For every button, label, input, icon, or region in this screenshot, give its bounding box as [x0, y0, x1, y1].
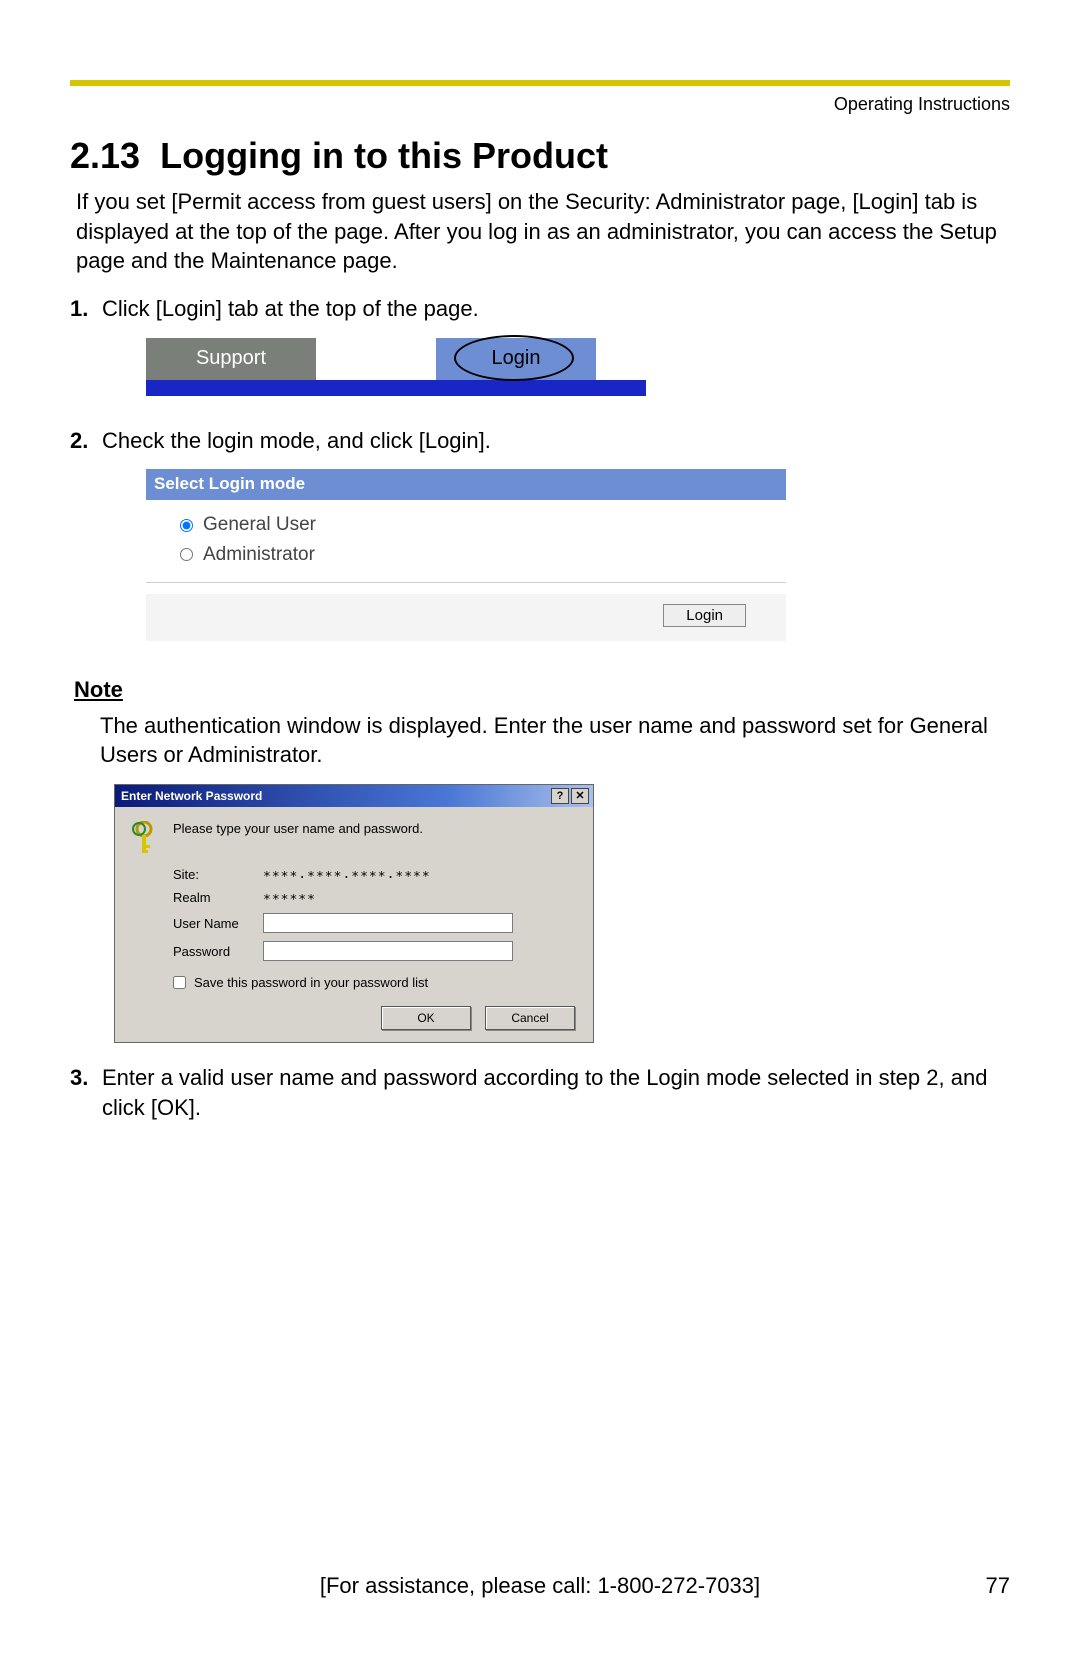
section-number: 2.13 [70, 135, 140, 176]
section-title: 2.13 Logging in to this Product [70, 135, 1010, 177]
tab-spacer [316, 338, 436, 380]
key-icon [129, 821, 159, 855]
realm-label: Realm [173, 890, 253, 905]
step-3: 3. Enter a valid user name and password … [70, 1063, 1010, 1122]
tab-support[interactable]: Support [146, 338, 316, 380]
site-label: Site: [173, 867, 253, 882]
step-1: 1. Click [Login] tab at the top of the p… [70, 294, 1010, 414]
row-username: User Name [173, 913, 579, 933]
cancel-button[interactable]: Cancel [485, 1006, 575, 1030]
dialog-help-button[interactable]: ? [551, 788, 569, 804]
header-right-text: Operating Instructions [70, 94, 1010, 115]
step-2: 2. Check the login mode, and click [Logi… [70, 426, 1010, 659]
radio-administrator[interactable] [180, 548, 193, 561]
figure-login-mode: Select Login mode General User Administr… [146, 469, 786, 640]
row-password: Password [173, 941, 579, 961]
tab-login[interactable]: Login [436, 338, 596, 380]
username-input[interactable] [263, 913, 513, 933]
save-password-label: Save this password in your password list [194, 975, 428, 990]
section-intro: If you set [Permit access from guest use… [76, 187, 1010, 276]
save-password-checkbox[interactable] [173, 976, 186, 989]
option-general-user[interactable]: General User [180, 512, 768, 538]
dialog-prompt: Please type your user name and password. [173, 821, 423, 836]
radio-general-user[interactable] [180, 519, 193, 532]
row-save-password[interactable]: Save this password in your password list [173, 975, 579, 990]
note-heading: Note [74, 677, 1010, 703]
login-mode-title: Select Login mode [146, 469, 786, 500]
step-3-number: 3. [70, 1063, 102, 1122]
dialog-close-button[interactable]: ✕ [571, 788, 589, 804]
login-mode-separator [146, 582, 786, 594]
tab-login-label: Login [492, 345, 541, 372]
step-3-text: Enter a valid user name and password acc… [102, 1065, 987, 1120]
option-administrator-label: Administrator [203, 542, 315, 568]
login-button[interactable]: Login [663, 604, 746, 627]
figure-auth-dialog: Enter Network Password ? ✕ Please type y… [114, 784, 594, 1043]
option-administrator[interactable]: Administrator [180, 542, 768, 568]
figure-tabs: Support Login [146, 338, 646, 396]
password-input[interactable] [263, 941, 513, 961]
step-1-number: 1. [70, 294, 102, 414]
page-number: 77 [986, 1573, 1010, 1599]
dialog-title-text: Enter Network Password [121, 789, 262, 803]
row-realm: Realm ∗∗∗∗∗∗ [173, 890, 579, 905]
tab-underline-bar [146, 380, 646, 396]
password-label: Password [173, 944, 253, 959]
site-value: ∗∗∗∗.∗∗∗∗.∗∗∗∗.∗∗∗∗ [263, 867, 431, 882]
username-label: User Name [173, 916, 253, 931]
dialog-titlebar: Enter Network Password ? ✕ [115, 785, 593, 807]
section-title-text: Logging in to this Product [160, 135, 608, 176]
option-general-user-label: General User [203, 512, 316, 538]
step-2-number: 2. [70, 426, 102, 659]
footer-assistance: [For assistance, please call: 1-800-272-… [320, 1573, 760, 1599]
step-2-text: Check the login mode, and click [Login]. [102, 428, 491, 453]
row-site: Site: ∗∗∗∗.∗∗∗∗.∗∗∗∗.∗∗∗∗ [173, 867, 579, 882]
header-rule [70, 80, 1010, 86]
step-1-text: Click [Login] tab at the top of the page… [102, 296, 479, 321]
note-text: The authentication window is displayed. … [100, 711, 1010, 770]
ok-button[interactable]: OK [381, 1006, 471, 1030]
realm-value: ∗∗∗∗∗∗ [263, 890, 316, 905]
